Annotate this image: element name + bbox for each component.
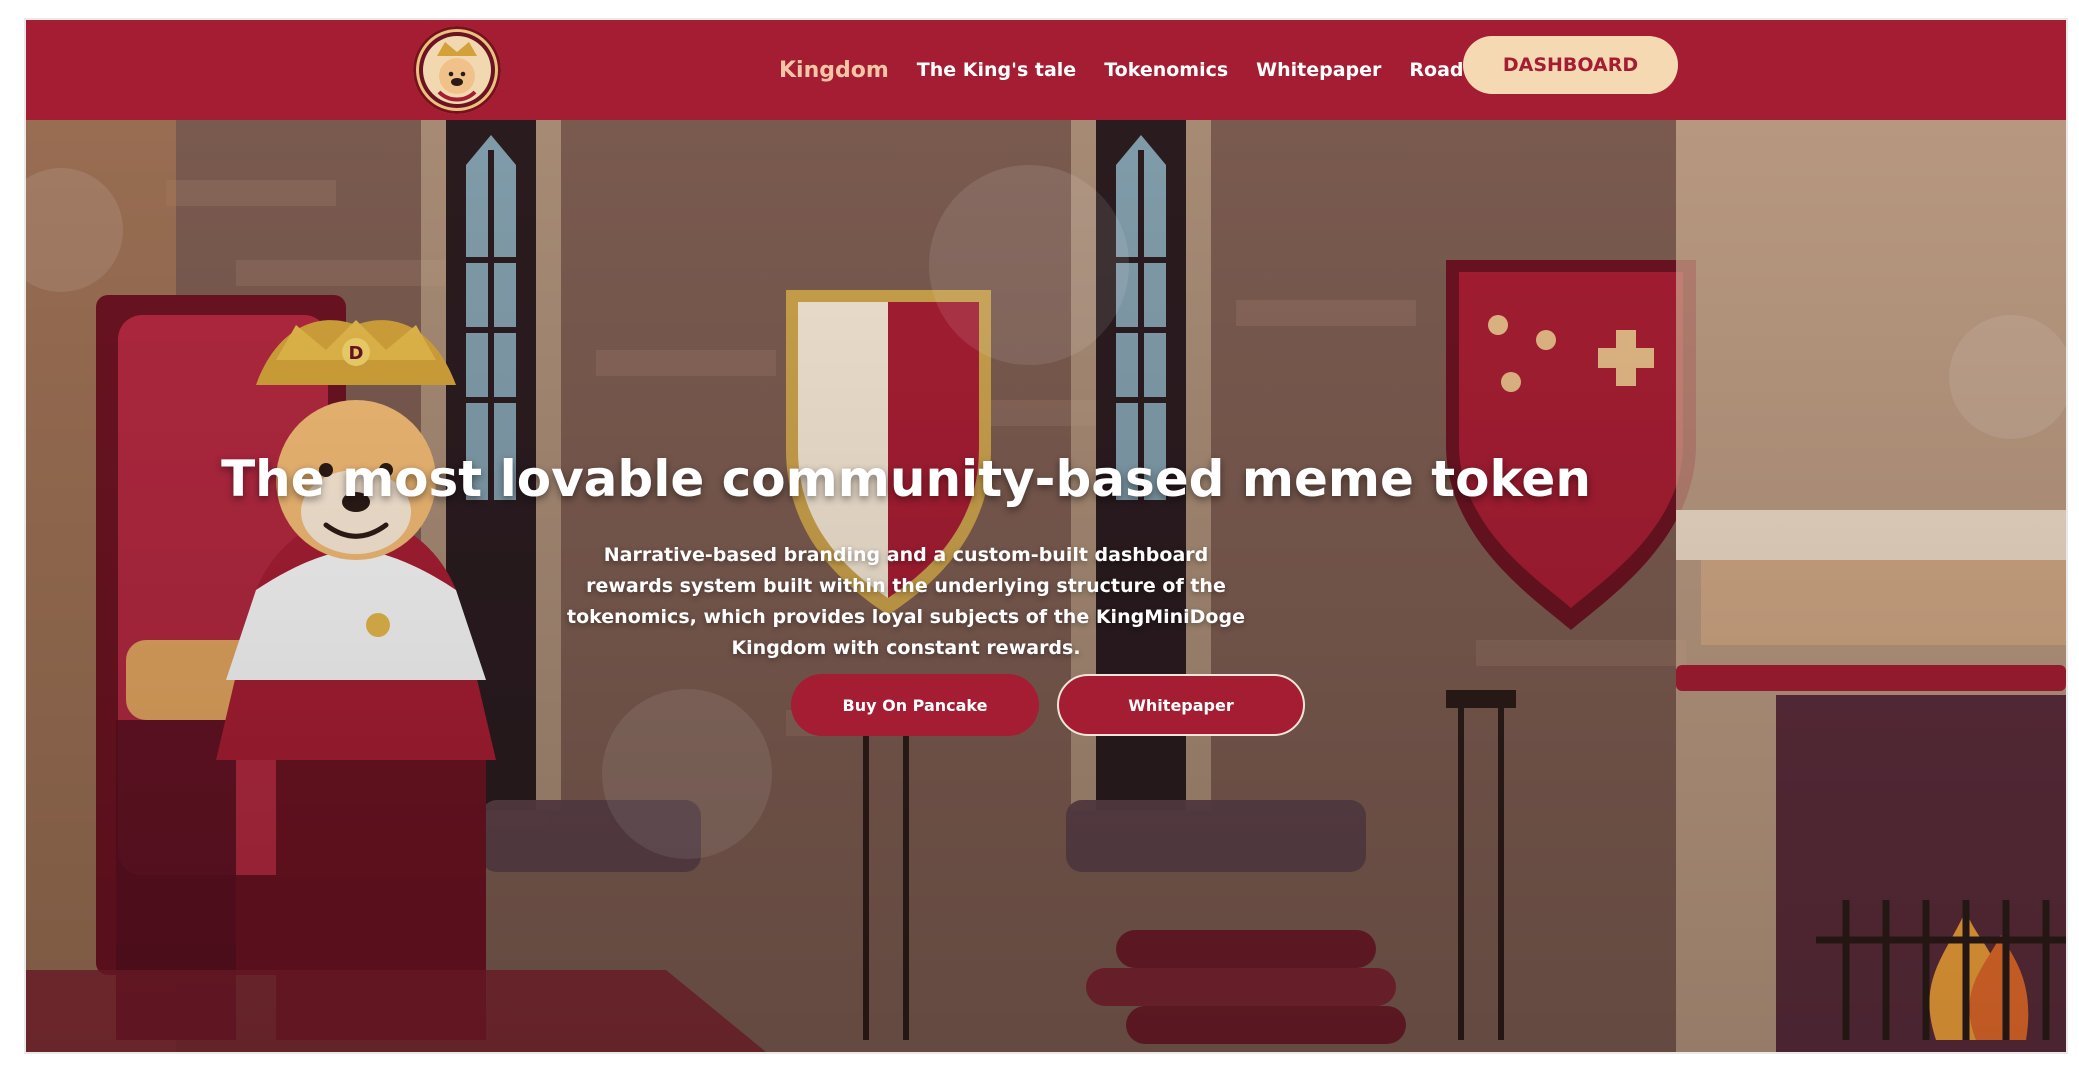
- page-frame: Kingdom The King's tale Tokenomics White…: [26, 20, 2066, 1052]
- hero-subtitle: Narrative-based branding and a custom-bu…: [567, 544, 1245, 659]
- dashboard-button[interactable]: DASHBOARD: [1463, 36, 1678, 94]
- hero-title: The most lovable community-based meme to…: [221, 450, 1591, 508]
- nav-menu: Kingdom The King's tale Tokenomics White…: [779, 20, 1538, 120]
- logo-graphic: [419, 32, 495, 108]
- top-nav: Kingdom The King's tale Tokenomics White…: [26, 20, 2066, 120]
- nav-item-kingdom[interactable]: Kingdom: [779, 58, 889, 83]
- nav-item-kings-tale[interactable]: The King's tale: [917, 59, 1076, 81]
- nav-item-tokenomics[interactable]: Tokenomics: [1104, 59, 1228, 81]
- hero-whitepaper-button[interactable]: Whitepaper: [1057, 674, 1305, 736]
- buy-on-pancake-button[interactable]: Buy On Pancake: [791, 674, 1039, 736]
- hero-section: D: [26, 120, 2066, 1052]
- nav-item-whitepaper[interactable]: Whitepaper: [1256, 59, 1381, 81]
- kingminidoge-logo-icon[interactable]: [413, 26, 501, 114]
